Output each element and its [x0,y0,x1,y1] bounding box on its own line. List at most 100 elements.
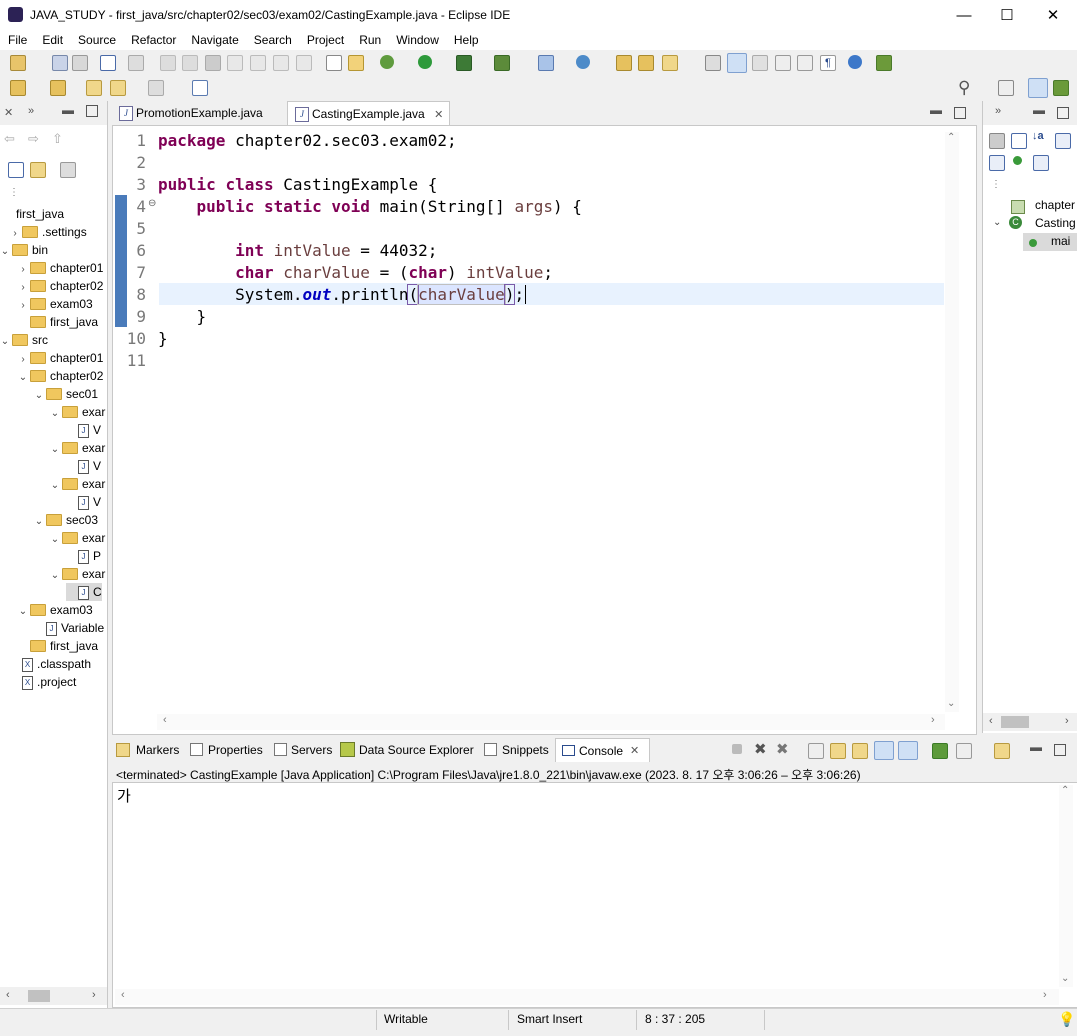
tree-item[interactable]: ⌄ bin [0,241,107,259]
open-type-icon[interactable] [616,55,632,71]
menu-navigate[interactable]: Navigate [183,30,245,50]
tree-item[interactable]: › chapter01 [0,259,107,277]
close-tab-icon[interactable]: ✕ [434,109,443,121]
outline-hscrollbar[interactable]: ‹ › [983,713,1077,731]
fold-icon[interactable]: ⊖ [148,198,156,209]
new-icon[interactable] [10,55,26,71]
tree-item[interactable]: JV [0,457,107,475]
tree-item[interactable]: J Variable [0,619,107,637]
word-wrap-console-icon[interactable] [852,743,868,759]
tree-item[interactable]: X .project [0,673,107,691]
run-icon[interactable] [418,55,432,69]
tree-item[interactable]: ⌄ exar [0,565,107,583]
word-wrap-icon[interactable] [797,55,813,71]
tree-item[interactable]: first_java [0,313,107,331]
tree-item[interactable]: ⌄ src [0,331,107,349]
tree-item[interactable]: JP [0,547,107,565]
hide-fields-icon[interactable] [1055,133,1071,149]
sort-icon[interactable] [1011,133,1027,149]
view-menu-dots-icon[interactable]: ⋮ [9,187,19,198]
tab-promotion-example[interactable]: J PromotionExample.java [112,101,269,125]
terminate-icon[interactable] [205,55,221,71]
step-over-icon[interactable] [273,55,289,71]
menu-source[interactable]: Source [70,30,123,50]
close-view-icon[interactable]: ✕ [4,106,13,119]
hide-local-types-icon[interactable] [1033,155,1049,171]
tree-item[interactable]: ⌄ exar [0,475,107,493]
block-selection-icon[interactable] [752,55,768,71]
tab-servers[interactable]: Servers [291,743,332,757]
show-stdout-icon[interactable] [874,741,894,760]
scroll-lock-icon[interactable] [830,743,846,759]
open-folder-icon[interactable] [638,55,654,71]
maximize-outline-icon[interactable] [1057,107,1069,119]
menu-edit[interactable]: Edit [34,30,70,50]
show-whitespace-icon[interactable] [775,55,791,71]
clear-console-icon[interactable] [808,743,824,759]
java-perspective-icon[interactable] [1028,78,1048,98]
remove-all-icon[interactable]: ✖ [776,740,789,758]
tree-item[interactable]: first_java [0,205,107,223]
link-editor-icon[interactable] [30,162,46,178]
new-java-class-icon[interactable] [576,55,590,69]
tree-item[interactable]: JV [0,493,107,511]
coverage-icon[interactable] [456,55,472,71]
tab-snippets[interactable]: Snippets [502,743,549,757]
tree-item[interactable]: › .settings [0,223,107,241]
mark-occurrences-icon[interactable] [727,53,747,73]
display-console-icon[interactable] [956,743,972,759]
terminate-console-icon[interactable] [732,744,742,754]
show-stderr-icon[interactable] [898,741,918,760]
sort-alpha-icon[interactable]: ↓a [1032,130,1044,142]
tree-item[interactable]: first_java [0,637,107,655]
tab-casting-example[interactable]: J CastingExample.java ✕ [287,101,451,127]
maximize-console-icon[interactable] [1054,744,1066,756]
minimize-console-icon[interactable]: ▬ [1030,740,1042,754]
outline-menu-dots-icon[interactable]: ⋮ [991,179,1001,190]
close-button[interactable]: ✕ [1030,0,1076,30]
console-vscrollbar[interactable]: ⌃ ⌄ [1059,785,1073,987]
tree-item[interactable]: ⌄ exar [0,403,107,421]
pilcrow-icon[interactable]: ¶ [820,55,836,71]
tab-markers[interactable]: Markers [136,743,179,757]
skip-breakpoints-icon[interactable] [128,55,144,71]
new-java-project-icon[interactable] [538,55,554,71]
back-nav-icon[interactable]: ⇦ [4,131,15,147]
tree-item[interactable]: X .classpath [0,655,107,673]
view-menu-icon[interactable]: » [28,105,34,117]
filter-icon[interactable] [60,162,76,178]
open-console-dropdown-icon[interactable] [994,743,1010,759]
tree-item[interactable]: ⌄ exam03 [0,601,107,619]
debug-icon[interactable] [380,55,394,69]
open-task-icon[interactable] [348,55,364,71]
hide-static-icon[interactable] [989,155,1005,171]
menu-refactor[interactable]: Refactor [123,30,183,50]
menu-file[interactable]: File [0,30,34,50]
maximize-editor-icon[interactable] [954,107,966,119]
collapse-outline-icon[interactable] [989,133,1005,149]
resume-icon[interactable] [160,55,176,71]
collapse-all-icon[interactable] [8,162,24,178]
explorer-hscrollbar[interactable]: ‹ › [0,987,107,1005]
menu-run[interactable]: Run [351,30,388,50]
menu-help[interactable]: Help [446,30,486,50]
tip-bulb-icon[interactable]: 💡 [1058,1011,1075,1028]
editor-vscrollbar[interactable]: ⌃ ⌄ [945,132,959,712]
tree-item[interactable]: ⌄ exar [0,439,107,457]
last-edit-location-icon[interactable] [86,80,102,96]
minimize-button[interactable]: — [941,0,987,30]
previous-annotation-icon[interactable] [50,80,66,96]
remove-launch-icon[interactable]: ✖ [754,740,767,758]
web-browser-icon[interactable] [848,55,862,69]
back-icon[interactable] [110,80,126,96]
outline-method[interactable]: mai [1051,234,1070,248]
console-hscrollbar[interactable]: ‹ › [115,989,1059,1005]
tree-item[interactable]: › chapter02 [0,277,107,295]
save-icon[interactable] [52,55,68,71]
step-return-icon[interactable] [296,55,312,71]
status-cursor-position[interactable]: 8 : 37 : 205 [645,1010,705,1030]
hide-nonpublic-icon[interactable] [1013,156,1022,165]
tree-item[interactable]: ⌄ sec01 [0,385,107,403]
open-console-icon[interactable] [100,55,116,71]
close-console-icon[interactable]: ✕ [630,744,639,757]
